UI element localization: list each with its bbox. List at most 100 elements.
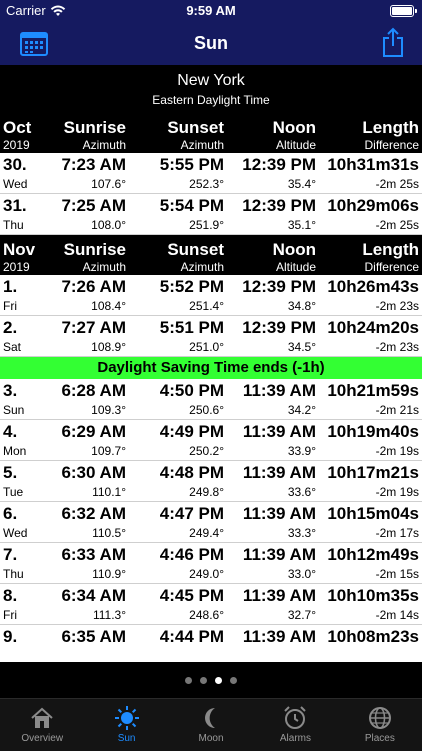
sunrise-time: 7:26 AM xyxy=(61,277,126,296)
noon-time: 12:39 PM xyxy=(242,318,316,337)
sunset-azimuth: 249.8° xyxy=(189,485,224,499)
noon-time: 11:39 AM xyxy=(242,422,316,441)
table-row: 4. Mon 6:29 AM 109.7° 4:49 PM 250.2° 11:39 AM 3… xyxy=(0,420,422,461)
month-header-oct: Oct 2019 Sunrise Azimuth Sunset Azimuth … xyxy=(0,113,422,153)
table-row: 2. Sat 7:27 AM 108.9° 5:51 PM 251.0° 12:39 PM 3… xyxy=(0,316,422,357)
col-noon-sub: Altitude xyxy=(275,138,316,152)
col-noon-sub: Altitude xyxy=(275,260,316,274)
status-bar: Carrier 9:59 AM xyxy=(0,0,422,22)
page-dot[interactable] xyxy=(230,676,237,684)
sunrise-time: 6:30 AM xyxy=(61,463,126,482)
timezone-name: Eastern Daylight Time xyxy=(152,93,270,107)
day-length: 10h08m23s xyxy=(327,627,419,646)
noon-altitude: 34.8° xyxy=(287,299,316,313)
sunrise-azimuth: 109.3° xyxy=(91,403,126,417)
day-length: 10h26m43s xyxy=(327,277,419,296)
sunrise-azimuth: 110.9° xyxy=(92,567,126,581)
sunset-time: 5:54 PM xyxy=(159,196,224,215)
sunrise-azimuth: 108.9° xyxy=(91,340,126,354)
noon-altitude: 32.7° xyxy=(287,608,316,622)
sunset-azimuth: 251.9° xyxy=(189,218,224,232)
page-dot[interactable] xyxy=(215,676,222,684)
year-label: 2019 xyxy=(3,260,30,274)
tab-sun[interactable]: Sun xyxy=(84,699,168,751)
house-icon xyxy=(31,707,53,728)
sunrise-azimuth: 108.4° xyxy=(91,299,126,313)
col-noon: Noon xyxy=(272,240,316,259)
day-length: 10h24m20s xyxy=(327,318,419,337)
month-header-nov: Nov 2019 Sunrise Azimuth Sunset Azimuth … xyxy=(0,235,422,275)
length-difference: -2m 25s xyxy=(375,218,419,232)
sunrise-azimuth: 110.5° xyxy=(92,526,126,540)
tab-overview[interactable]: Overview xyxy=(0,699,84,751)
page-indicator[interactable] xyxy=(0,662,422,698)
day-number: 5. xyxy=(3,463,18,482)
sunrise-time: 6:29 AM xyxy=(61,422,126,441)
sunset-time: 4:48 PM xyxy=(159,463,224,482)
table-row: 3. Sun 6:28 AM 109.3° 4:50 PM 250.6° 11:39 AM 3… xyxy=(0,379,422,420)
day-number: 31. xyxy=(3,196,27,215)
sunset-time: 4:49 PM xyxy=(159,422,224,441)
length-difference: -2m 17s xyxy=(375,526,419,540)
noon-altitude: 35.4° xyxy=(287,177,316,191)
sunrise-time: 6:32 AM xyxy=(61,504,126,523)
tab-label: Places xyxy=(364,733,395,744)
noon-time: 11:39 AM xyxy=(242,545,316,564)
day-of-week: Fri xyxy=(3,608,17,622)
noon-time: 11:39 AM xyxy=(242,504,316,523)
share-icon[interactable] xyxy=(382,27,404,57)
noon-time: 11:39 AM xyxy=(242,627,316,646)
calendar-icon[interactable] xyxy=(20,30,48,56)
tab-bar: Overview Sun Moon Alarms Places xyxy=(0,698,422,751)
table-row: 8. Fri 6:34 AM 111.3° 4:45 PM 248.6° 11:39 AM 3… xyxy=(0,584,422,625)
length-difference: -2m 23s xyxy=(375,340,419,354)
sunrise-time: 7:27 AM xyxy=(61,318,126,337)
globe-icon xyxy=(368,707,391,729)
sunrise-azimuth: 110.1° xyxy=(92,485,126,499)
col-sunrise: Sunrise xyxy=(63,118,126,137)
tab-moon[interactable]: Moon xyxy=(169,699,253,751)
month-label: Nov xyxy=(3,240,36,259)
noon-altitude: 34.2° xyxy=(287,403,316,417)
sunrise-time: 6:33 AM xyxy=(61,545,126,564)
sunset-time: 4:46 PM xyxy=(159,545,224,564)
page-dot[interactable] xyxy=(200,676,207,684)
nav-bar: Sun xyxy=(0,22,422,65)
sunset-azimuth: 248.6° xyxy=(189,608,224,622)
col-sunrise-sub: Azimuth xyxy=(82,138,126,152)
day-of-week: Tue xyxy=(3,485,24,499)
col-length-sub: Difference xyxy=(364,138,419,152)
table-row: 7. Thu 6:33 AM 110.9° 4:46 PM 249.0° 11:39 AM 3… xyxy=(0,543,422,584)
length-difference: -2m 19s xyxy=(375,485,419,499)
sunrise-azimuth: 109.7° xyxy=(91,444,126,458)
noon-altitude: 35.1° xyxy=(287,218,316,232)
col-sunset-sub: Azimuth xyxy=(180,138,224,152)
noon-time: 11:39 AM xyxy=(242,586,316,605)
length-difference: -2m 21s xyxy=(375,403,419,417)
battery-icon xyxy=(390,5,417,17)
day-number: 1. xyxy=(3,277,18,296)
sun-table[interactable]: Oct 2019 Sunrise Azimuth Sunset Azimuth … xyxy=(0,113,422,662)
sunset-time: 4:44 PM xyxy=(159,627,224,646)
col-sunset: Sunset xyxy=(167,118,224,137)
tab-label: Overview xyxy=(21,733,64,744)
page-dot[interactable] xyxy=(185,676,192,684)
dst-notice: Daylight Saving Time ends (-1h) xyxy=(0,357,422,379)
noon-altitude: 34.5° xyxy=(287,340,316,354)
day-number: 30. xyxy=(3,155,27,174)
col-length: Length xyxy=(362,118,419,137)
noon-altitude: 33.9° xyxy=(287,444,316,458)
noon-time: 12:39 PM xyxy=(242,196,316,215)
sunset-azimuth: 251.0° xyxy=(189,340,224,354)
day-of-week: Mon xyxy=(3,444,27,458)
sunset-azimuth: 249.0° xyxy=(189,567,224,581)
day-of-week: Sun xyxy=(3,403,25,417)
month-label: Oct xyxy=(3,118,32,137)
day-length: 10h21m59s xyxy=(327,381,419,400)
sunset-time: 4:45 PM xyxy=(159,586,224,605)
length-difference: -2m 23s xyxy=(375,299,419,313)
sunrise-time: 7:23 AM xyxy=(61,155,126,174)
tab-alarms[interactable]: Alarms xyxy=(253,699,337,751)
tab-places[interactable]: Places xyxy=(338,699,422,751)
col-sunrise: Sunrise xyxy=(63,240,126,259)
